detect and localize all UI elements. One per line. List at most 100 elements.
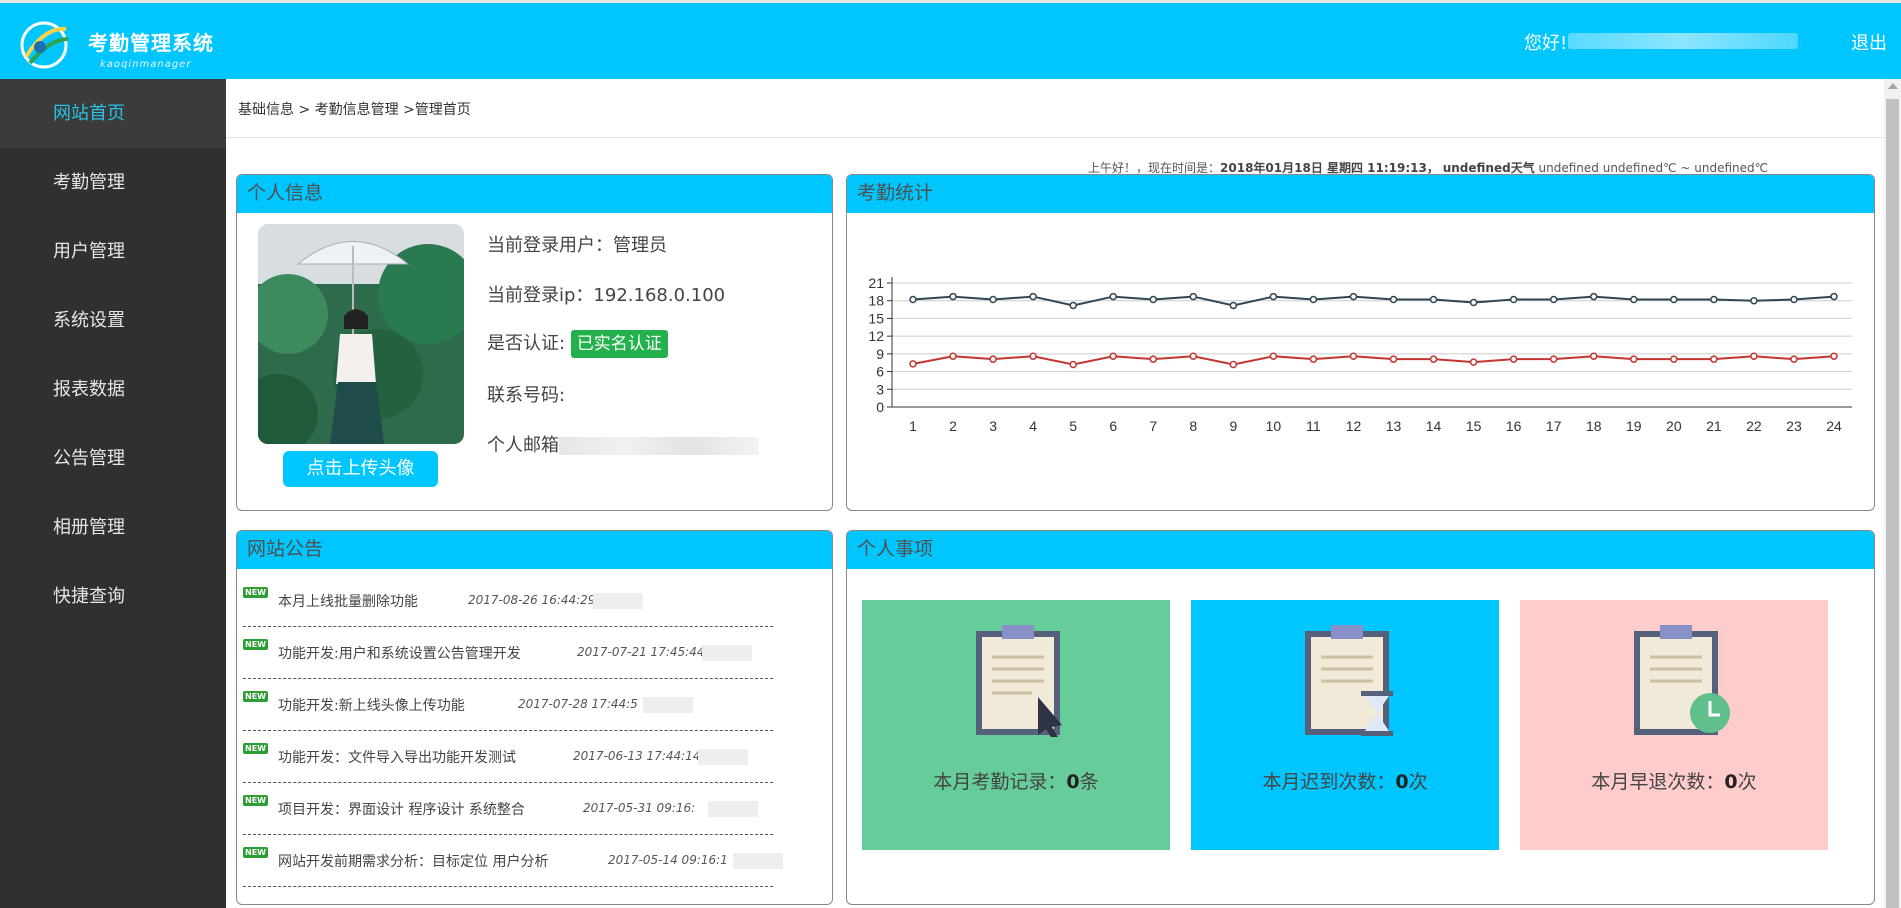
sidebar: 网站首页 考勤管理 用户管理 系统设置 报表数据 公告管理 相册管理 快捷查询 <box>0 79 226 908</box>
redacted-block <box>643 697 693 713</box>
divider <box>226 137 1884 138</box>
y-tick-label: 21 <box>868 275 884 291</box>
notice-title[interactable]: 功能开发:用户和系统设置公告管理开发 <box>278 643 521 663</box>
new-badge: NEW <box>243 587 268 598</box>
clipboard-clock-icon <box>1634 625 1730 735</box>
x-tick-label: 11 <box>1306 418 1321 434</box>
auth-label: 是否认证: <box>487 333 566 354</box>
notices-panel: 网站公告 NEW 本月上线批量删除功能 2017-08-26 16:44:29 NEW… <box>236 530 833 905</box>
y-tick-label: 12 <box>868 328 884 344</box>
x-tick-label: 8 <box>1189 418 1197 434</box>
x-tick-label: 3 <box>989 418 997 434</box>
greeting: 您好! <box>1524 33 1568 54</box>
notice-date: 2017-07-28 17:44:5 <box>518 697 638 711</box>
scroll-thumb[interactable] <box>1886 99 1899 908</box>
card-count: 0 <box>1066 771 1080 793</box>
x-tick-label: 24 <box>1826 418 1842 434</box>
data-point <box>1309 295 1318 304</box>
notice-item[interactable]: NEW 项目开发：界面设计 程序设计 系统整合 2017-05-31 09:16: <box>243 783 773 835</box>
sidebar-item-notices[interactable]: 公告管理 <box>0 424 226 493</box>
data-point <box>1710 295 1718 304</box>
notice-title[interactable]: 本月上线批量删除功能 <box>278 591 418 611</box>
notice-item[interactable]: NEW 本月上线批量删除功能 2017-08-26 16:44:29 <box>243 575 773 627</box>
x-tick-label: 9 <box>1229 418 1237 434</box>
x-tick-label: 6 <box>1109 418 1117 434</box>
card-unit: 条 <box>1079 771 1099 793</box>
clipboard-hourglass-icon <box>1305 625 1393 736</box>
new-badge: NEW <box>243 639 268 650</box>
redacted-block <box>733 853 783 869</box>
app-title: 考勤管理系统 <box>88 31 214 55</box>
sidebar-item-album[interactable]: 相册管理 <box>0 493 226 562</box>
x-tick-label: 14 <box>1426 418 1442 434</box>
card-label: 本月早退次数：0次 <box>1520 767 1828 794</box>
sidebar-item-settings[interactable]: 系统设置 <box>0 286 226 355</box>
x-tick-label: 17 <box>1546 418 1562 434</box>
breadcrumb: 基础信息 > 考勤信息管理 >管理首页 <box>238 102 471 118</box>
upload-avatar-button[interactable]: 点击上传头像 <box>283 451 438 487</box>
vertical-scrollbar[interactable] <box>1884 79 1901 908</box>
notice-title[interactable]: 项目开发：界面设计 程序设计 系统整合 <box>278 799 525 819</box>
avatar <box>258 224 464 444</box>
card-count: 0 <box>1395 771 1409 793</box>
notice-item[interactable]: NEW 功能开发:新上线头像上传功能 2017-07-28 17:44:5 <box>243 679 773 731</box>
notice-date: 2017-06-13 17:44:14 <box>573 749 701 763</box>
notice-title[interactable]: 功能开发:新上线头像上传功能 <box>278 695 465 715</box>
sidebar-item-home[interactable]: 网站首页 <box>0 79 226 148</box>
logout-link[interactable]: 退出 <box>1851 29 1887 55</box>
app-subtitle: kaoqinmanager <box>100 59 192 70</box>
sidebar-item-reports[interactable]: 报表数据 <box>0 355 226 424</box>
x-tick-label: 12 <box>1346 418 1362 434</box>
data-point <box>1790 355 1798 363</box>
x-tick-label: 19 <box>1626 418 1642 434</box>
data-point <box>1750 352 1758 360</box>
sidebar-item-users[interactable]: 用户管理 <box>0 217 226 286</box>
attendance-record-card[interactable]: 本月考勤记录：0条 <box>862 600 1170 850</box>
data-point <box>1429 355 1438 363</box>
late-count-card[interactable]: 本月迟到次数：0次 <box>1191 600 1499 850</box>
data-point <box>1509 295 1518 304</box>
data-point <box>1309 355 1318 363</box>
data-point <box>1149 295 1158 304</box>
login-ip: 当前登录ip：192.168.0.100 <box>487 285 726 306</box>
data-point <box>1189 352 1198 360</box>
data-point <box>1670 295 1678 304</box>
y-tick-label: 3 <box>876 381 884 397</box>
redacted-block <box>698 749 748 765</box>
data-point <box>949 292 957 301</box>
email-row: 个人邮箱 <box>487 431 759 457</box>
data-point <box>1549 355 1558 363</box>
notice-item[interactable]: NEW 网站开发前期需求分析：目标定位 用户分析 2017-05-14 09:16:… <box>243 835 783 887</box>
card-unit: 次 <box>1737 771 1757 793</box>
notice-title[interactable]: 功能开发：文件导入导出功能开发测试 <box>278 747 516 767</box>
y-tick-label: 6 <box>876 364 884 380</box>
data-point <box>1149 355 1158 363</box>
verified-badge: 已实名认证 <box>570 330 668 358</box>
new-badge: NEW <box>243 743 268 754</box>
early-leave-card[interactable]: 本月早退次数：0次 <box>1520 600 1828 850</box>
greeting-time-prefix: 上午好！，现在时间是： <box>1088 161 1221 175</box>
time-separator: ， <box>1426 161 1439 175</box>
data-point <box>1509 355 1518 363</box>
x-tick-label: 1 <box>909 418 917 434</box>
data-point <box>949 352 957 360</box>
data-point <box>1549 295 1558 304</box>
data-point <box>1389 355 1398 363</box>
notice-item[interactable]: NEW 功能开发:用户和系统设置公告管理开发 2017-07-21 17:45:44 <box>243 627 773 679</box>
notice-item[interactable]: NEW 功能开发：文件导入导出功能开发测试 2017-06-13 17:44:14 <box>243 731 773 783</box>
x-tick-label: 5 <box>1069 418 1077 434</box>
data-point <box>1710 355 1718 363</box>
data-point <box>1029 292 1037 301</box>
data-point <box>1029 352 1037 360</box>
redacted-block <box>593 593 643 609</box>
phone-label: 联系号码: <box>487 385 566 406</box>
data-point <box>1469 298 1478 307</box>
data-point <box>1630 355 1638 363</box>
notice-title[interactable]: 网站开发前期需求分析：目标定位 用户分析 <box>278 851 548 871</box>
data-point <box>909 295 917 304</box>
auth-status: 是否认证: 已实名认证 <box>487 329 668 358</box>
sidebar-item-attendance[interactable]: 考勤管理 <box>0 148 226 217</box>
scroll-up-arrow-icon[interactable] <box>1888 83 1898 89</box>
data-point <box>1269 292 1278 301</box>
sidebar-item-quick-search[interactable]: 快捷查询 <box>0 562 226 631</box>
